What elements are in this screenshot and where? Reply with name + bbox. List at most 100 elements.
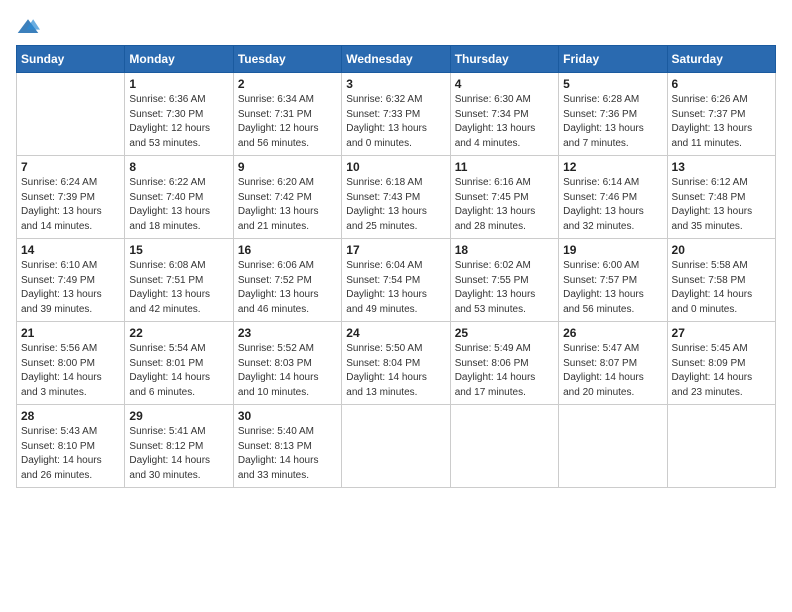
calendar-cell [559,405,667,488]
calendar-cell: 16 Sunrise: 6:06 AM Sunset: 7:52 PM Dayli… [233,239,341,322]
logo-icon [16,17,40,37]
day-number: 2 [238,77,337,91]
day-number: 26 [563,326,662,340]
day-info: Sunrise: 5:58 AM Sunset: 7:58 PM Dayligh… [672,259,771,317]
weekday-header-tuesday: Tuesday [233,46,341,73]
calendar-cell: 8 Sunrise: 6:22 AM Sunset: 7:40 PM Daylig… [125,156,233,239]
calendar-cell: 29 Sunrise: 5:41 AM Sunset: 8:12 PM Dayli… [125,405,233,488]
calendar-cell: 6 Sunrise: 6:26 AM Sunset: 7:37 PM Daylig… [667,73,775,156]
day-number: 18 [455,243,554,257]
day-number: 27 [672,326,771,340]
calendar-cell: 22 Sunrise: 5:54 AM Sunset: 8:01 PM Dayli… [125,322,233,405]
day-info: Sunrise: 5:40 AM Sunset: 8:13 PM Dayligh… [238,425,337,483]
day-info: Sunrise: 5:43 AM Sunset: 8:10 PM Dayligh… [21,425,120,483]
day-number: 7 [21,160,120,174]
calendar-week-row: 21 Sunrise: 5:56 AM Sunset: 8:00 PM Dayli… [17,322,776,405]
day-info: Sunrise: 6:26 AM Sunset: 7:37 PM Dayligh… [672,93,771,151]
calendar-cell [342,405,450,488]
day-number: 8 [129,160,228,174]
day-info: Sunrise: 6:14 AM Sunset: 7:46 PM Dayligh… [563,176,662,234]
calendar-cell: 2 Sunrise: 6:34 AM Sunset: 7:31 PM Daylig… [233,73,341,156]
weekday-header-thursday: Thursday [450,46,558,73]
calendar-cell: 1 Sunrise: 6:36 AM Sunset: 7:30 PM Daylig… [125,73,233,156]
calendar-cell: 25 Sunrise: 5:49 AM Sunset: 8:06 PM Dayli… [450,322,558,405]
day-number: 28 [21,409,120,423]
day-info: Sunrise: 6:00 AM Sunset: 7:57 PM Dayligh… [563,259,662,317]
calendar-cell: 9 Sunrise: 6:20 AM Sunset: 7:42 PM Daylig… [233,156,341,239]
calendar-cell: 26 Sunrise: 5:47 AM Sunset: 8:07 PM Dayli… [559,322,667,405]
calendar-cell: 21 Sunrise: 5:56 AM Sunset: 8:00 PM Dayli… [17,322,125,405]
day-info: Sunrise: 6:24 AM Sunset: 7:39 PM Dayligh… [21,176,120,234]
day-info: Sunrise: 6:32 AM Sunset: 7:33 PM Dayligh… [346,93,445,151]
calendar-cell: 5 Sunrise: 6:28 AM Sunset: 7:36 PM Daylig… [559,73,667,156]
day-info: Sunrise: 6:06 AM Sunset: 7:52 PM Dayligh… [238,259,337,317]
logo [16,16,44,37]
day-number: 20 [672,243,771,257]
calendar-cell: 19Sunrise: 6:00 AM Sunset: 7:57 PM Dayli… [559,239,667,322]
calendar-cell: 18 Sunrise: 6:02 AM Sunset: 7:55 PM Dayli… [450,239,558,322]
day-info: Sunrise: 6:20 AM Sunset: 7:42 PM Dayligh… [238,176,337,234]
day-info: Sunrise: 5:41 AM Sunset: 8:12 PM Dayligh… [129,425,228,483]
day-info: Sunrise: 6:10 AM Sunset: 7:49 PM Dayligh… [21,259,120,317]
calendar-cell: 14 Sunrise: 6:10 AM Sunset: 7:49 PM Dayli… [17,239,125,322]
day-info: Sunrise: 6:16 AM Sunset: 7:45 PM Dayligh… [455,176,554,234]
day-info: Sunrise: 5:47 AM Sunset: 8:07 PM Dayligh… [563,342,662,400]
day-number: 5 [563,77,662,91]
day-info: Sunrise: 5:56 AM Sunset: 8:00 PM Dayligh… [21,342,120,400]
day-info: Sunrise: 6:12 AM Sunset: 7:48 PM Dayligh… [672,176,771,234]
calendar-cell: 15 Sunrise: 6:08 AM Sunset: 7:51 PM Dayli… [125,239,233,322]
day-number: 15 [129,243,228,257]
day-number: 22 [129,326,228,340]
day-info: Sunrise: 5:49 AM Sunset: 8:06 PM Dayligh… [455,342,554,400]
calendar-cell: 28 Sunrise: 5:43 AM Sunset: 8:10 PM Dayli… [17,405,125,488]
calendar-week-row: 7 Sunrise: 6:24 AM Sunset: 7:39 PM Daylig… [17,156,776,239]
calendar-cell: 27 Sunrise: 5:45 AM Sunset: 8:09 PM Dayli… [667,322,775,405]
day-number: 14 [21,243,120,257]
day-number: 1 [129,77,228,91]
day-info: Sunrise: 6:22 AM Sunset: 7:40 PM Dayligh… [129,176,228,234]
calendar-cell: 24Sunrise: 5:50 AM Sunset: 8:04 PM Dayli… [342,322,450,405]
day-number: 6 [672,77,771,91]
day-info: Sunrise: 6:02 AM Sunset: 7:55 PM Dayligh… [455,259,554,317]
calendar-cell: 13 Sunrise: 6:12 AM Sunset: 7:48 PM Dayli… [667,156,775,239]
day-number: 4 [455,77,554,91]
page-header [16,16,776,37]
day-info: Sunrise: 6:30 AM Sunset: 7:34 PM Dayligh… [455,93,554,151]
calendar-cell: 7 Sunrise: 6:24 AM Sunset: 7:39 PM Daylig… [17,156,125,239]
day-number: 16 [238,243,337,257]
day-number: 29 [129,409,228,423]
calendar-cell: 23Sunrise: 5:52 AM Sunset: 8:03 PM Dayli… [233,322,341,405]
weekday-header-wednesday: Wednesday [342,46,450,73]
day-number: 11 [455,160,554,174]
calendar-cell: 11 Sunrise: 6:16 AM Sunset: 7:45 PM Dayli… [450,156,558,239]
day-info: Sunrise: 6:08 AM Sunset: 7:51 PM Dayligh… [129,259,228,317]
day-info: Sunrise: 6:34 AM Sunset: 7:31 PM Dayligh… [238,93,337,151]
day-number: 24 [346,326,445,340]
day-info: Sunrise: 5:52 AM Sunset: 8:03 PM Dayligh… [238,342,337,400]
weekday-header-monday: Monday [125,46,233,73]
day-info: Sunrise: 6:18 AM Sunset: 7:43 PM Dayligh… [346,176,445,234]
day-info: Sunrise: 6:28 AM Sunset: 7:36 PM Dayligh… [563,93,662,151]
day-info: Sunrise: 6:36 AM Sunset: 7:30 PM Dayligh… [129,93,228,151]
calendar-cell [450,405,558,488]
calendar-cell: 3 Sunrise: 6:32 AM Sunset: 7:33 PM Daylig… [342,73,450,156]
calendar-week-row: 28 Sunrise: 5:43 AM Sunset: 8:10 PM Dayli… [17,405,776,488]
weekday-header-friday: Friday [559,46,667,73]
day-number: 3 [346,77,445,91]
day-number: 17 [346,243,445,257]
calendar-week-row: 14 Sunrise: 6:10 AM Sunset: 7:49 PM Dayli… [17,239,776,322]
calendar-week-row: 1 Sunrise: 6:36 AM Sunset: 7:30 PM Daylig… [17,73,776,156]
calendar-cell: 10 Sunrise: 6:18 AM Sunset: 7:43 PM Dayli… [342,156,450,239]
day-number: 10 [346,160,445,174]
day-number: 13 [672,160,771,174]
day-number: 25 [455,326,554,340]
calendar-table: SundayMondayTuesdayWednesdayThursdayFrid… [16,45,776,488]
day-number: 21 [21,326,120,340]
weekday-header-saturday: Saturday [667,46,775,73]
day-info: Sunrise: 5:45 AM Sunset: 8:09 PM Dayligh… [672,342,771,400]
calendar-cell: 12Sunrise: 6:14 AM Sunset: 7:46 PM Dayli… [559,156,667,239]
day-info: Sunrise: 5:54 AM Sunset: 8:01 PM Dayligh… [129,342,228,400]
weekday-header-sunday: Sunday [17,46,125,73]
day-number: 30 [238,409,337,423]
day-number: 9 [238,160,337,174]
